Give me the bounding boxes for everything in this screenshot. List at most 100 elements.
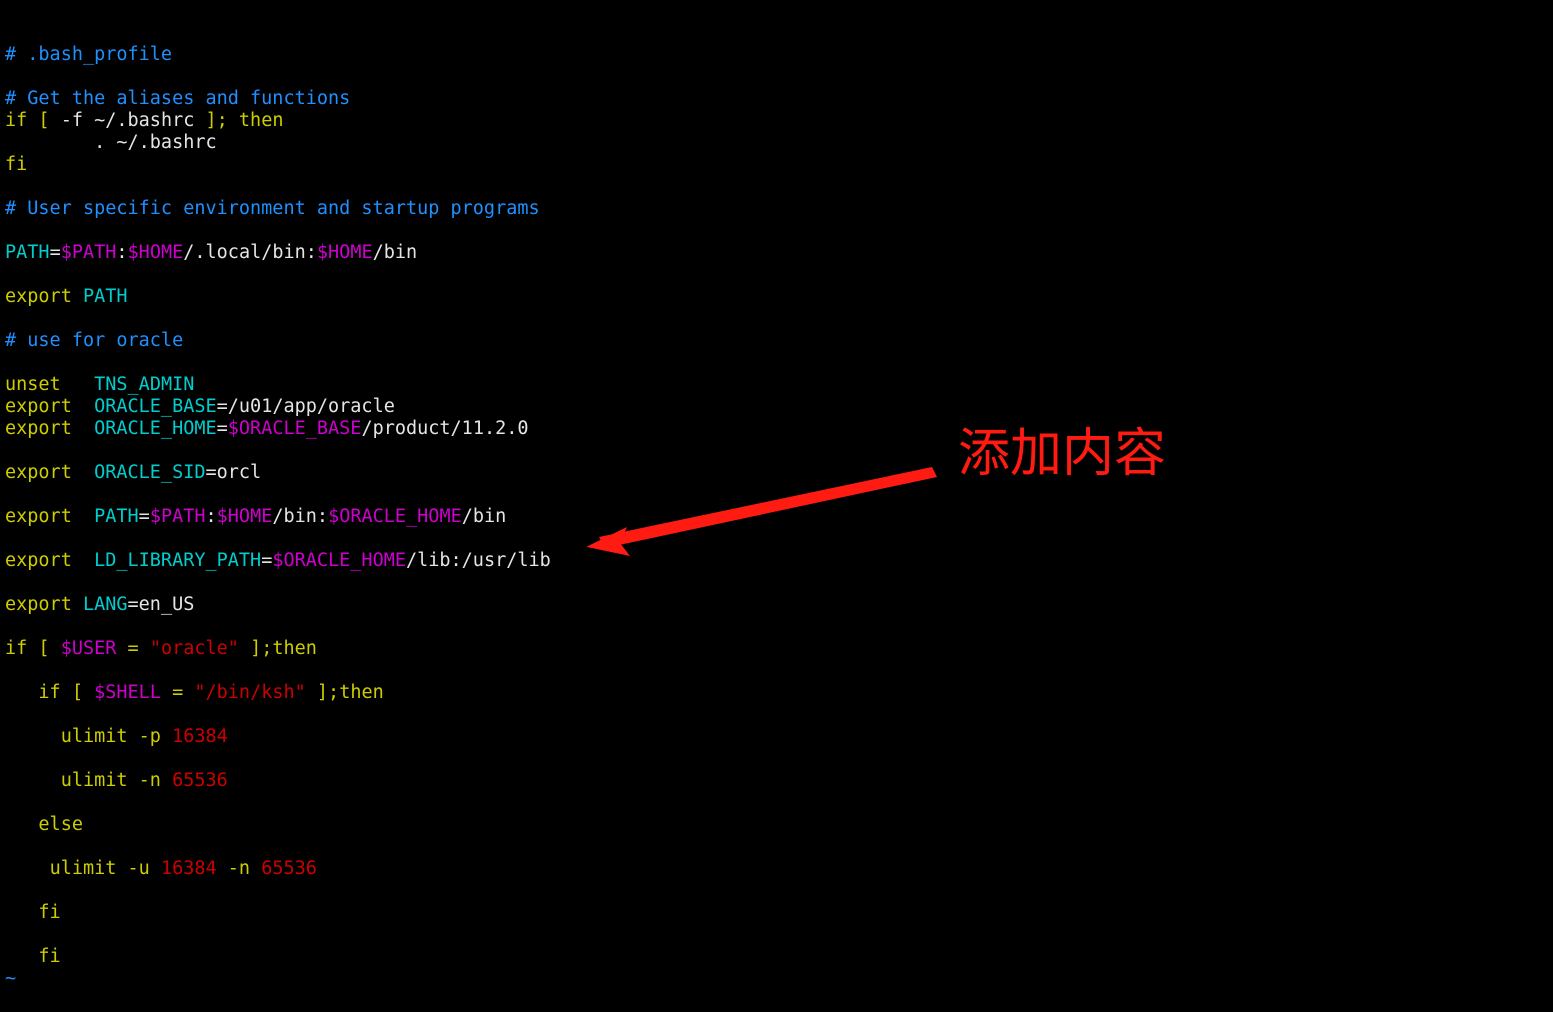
code-token-keyword: fi bbox=[5, 154, 28, 175]
code-line: # .bash_profile bbox=[0, 44, 1553, 66]
code-token-var: $HOME bbox=[216, 506, 273, 527]
code-line: PATH=$PATH:$HOME/.local/bin:$HOME/bin bbox=[0, 242, 1553, 264]
code-token-keyword: if bbox=[5, 638, 28, 659]
code-token-plain: = bbox=[49, 242, 61, 263]
code-line: . ~/.bashrc bbox=[0, 132, 1553, 154]
code-line: # Get the aliases and functions bbox=[0, 88, 1553, 110]
code-token-plain: /product/11.2.0 bbox=[361, 418, 529, 439]
code-token-plain: = bbox=[216, 418, 228, 439]
code-line: export LANG=en_US bbox=[0, 594, 1553, 616]
code-token-ident: ORACLE_HOME bbox=[94, 418, 217, 439]
code-token-keyword: export bbox=[5, 594, 72, 615]
code-token-keyword: export bbox=[5, 550, 72, 571]
code-line: else bbox=[0, 814, 1553, 836]
code-token-var: $ORACLE_HOME bbox=[272, 550, 406, 571]
code-token-string: 65536 bbox=[172, 770, 228, 791]
code-token-ident: LANG bbox=[82, 594, 128, 615]
code-token-ident: ORACLE_BASE bbox=[94, 396, 217, 417]
code-line: export ORACLE_SID=orcl bbox=[0, 462, 1553, 484]
code-token-var: $ORACLE_BASE bbox=[227, 418, 362, 439]
code-token-keyword: then bbox=[339, 682, 384, 703]
code-token-plain: = bbox=[261, 550, 273, 571]
code-line: export PATH bbox=[0, 286, 1553, 308]
code-line: export ORACLE_BASE=/u01/app/oracle bbox=[0, 396, 1553, 418]
code-token-keyword: [ bbox=[38, 110, 50, 131]
code-token-plain: =en_US bbox=[127, 594, 195, 615]
code-token-keyword: = bbox=[172, 682, 184, 703]
code-token-keyword: else bbox=[38, 814, 83, 835]
code-line: fi bbox=[0, 946, 1553, 968]
code-token-keyword: ]; bbox=[250, 638, 273, 659]
code-line: # User specific environment and startup … bbox=[0, 198, 1553, 220]
code-token-var: $PATH bbox=[60, 242, 117, 263]
code-token-plain: : bbox=[116, 242, 128, 263]
code-line: ~ bbox=[0, 968, 1553, 990]
code-line: if [ $USER = "oracle" ];then bbox=[0, 638, 1553, 660]
code-token-var: $SHELL bbox=[94, 682, 161, 703]
code-token-plain: =/u01/app/oracle bbox=[216, 396, 395, 417]
code-token-keyword: then bbox=[272, 638, 317, 659]
code-token-plain: : bbox=[205, 506, 217, 527]
code-token-keyword: ulimit -n bbox=[60, 770, 173, 791]
code-token-ident: PATH bbox=[82, 286, 128, 307]
code-token-var: $PATH bbox=[149, 506, 206, 527]
code-token-plain: . ~/.bashrc bbox=[5, 132, 217, 153]
code-token-keyword: if bbox=[38, 682, 61, 703]
code-token-plain: =orcl bbox=[205, 462, 262, 483]
code-token-string: "/bin/ksh" bbox=[194, 682, 306, 703]
code-line: fi bbox=[0, 154, 1553, 176]
code-token-ident: PATH bbox=[5, 242, 50, 263]
code-line: ulimit -p 16384 bbox=[0, 726, 1553, 748]
code-token-keyword: ]; bbox=[316, 682, 340, 703]
code-token-keyword: export bbox=[5, 286, 72, 307]
code-token-string: 16384 bbox=[172, 726, 228, 747]
code-token-plain: /lib:/usr/lib bbox=[405, 550, 551, 571]
code-token-var: $HOME bbox=[316, 242, 373, 263]
code-token-keyword: if bbox=[5, 110, 28, 131]
code-token-ident: PATH bbox=[94, 506, 139, 527]
code-token-string: 65536 bbox=[261, 858, 317, 879]
code-line: unset TNS_ADMIN bbox=[0, 374, 1553, 396]
code-token-keyword: unset bbox=[5, 374, 61, 395]
terminal-text-editor[interactable]: # .bash_profile # Get the aliases and fu… bbox=[0, 0, 1553, 989]
code-token-keyword: fi bbox=[38, 902, 61, 923]
code-token-keyword: fi bbox=[38, 946, 61, 967]
code-token-keyword: export bbox=[5, 506, 72, 527]
code-line: export LD_LIBRARY_PATH=$ORACLE_HOME/lib:… bbox=[0, 550, 1553, 572]
code-line: ulimit -u 16384 -n 65536 bbox=[0, 858, 1553, 880]
code-token-string: 16384 bbox=[160, 858, 217, 879]
code-line: if [ $SHELL = "/bin/ksh" ];then bbox=[0, 682, 1553, 704]
code-token-var: $ORACLE_HOME bbox=[328, 506, 462, 527]
